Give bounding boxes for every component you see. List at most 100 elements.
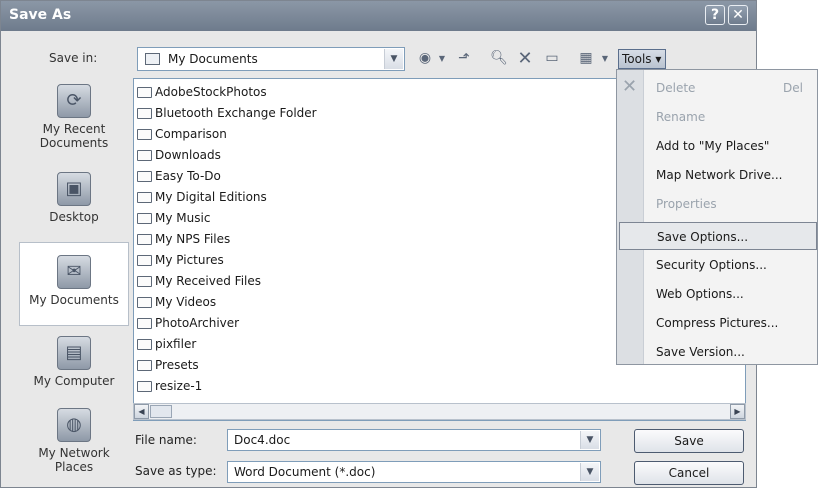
scroll-left-icon[interactable]: ◀: [134, 404, 149, 419]
menu-item-label: Rename: [656, 110, 706, 124]
cancel-button[interactable]: Cancel: [634, 461, 744, 485]
file-name: My Received Files: [155, 274, 262, 288]
list-item[interactable]: My Pictures: [137, 250, 224, 270]
scroll-thumb[interactable]: [150, 405, 172, 418]
file-name-field[interactable]: Doc4.doc ▼: [227, 429, 601, 451]
window-title: Save As: [9, 7, 72, 23]
file-name: pixfiler: [155, 337, 197, 351]
shortcut-label: Del: [783, 81, 803, 95]
places-bar: ⟳ My Recent Documents ▣ Desktop ✉ My Doc…: [19, 78, 129, 485]
close-button[interactable]: ✕: [728, 5, 748, 25]
file-name: My Digital Editions: [155, 190, 267, 204]
list-item[interactable]: My NPS Files: [137, 229, 230, 249]
music-folder-icon: [137, 212, 152, 224]
folder-icon: [137, 128, 152, 140]
chevron-down-icon[interactable]: ▼: [384, 49, 403, 69]
menu-item-compress-pictures[interactable]: Compress Pictures...: [644, 309, 817, 337]
delete-icon[interactable]: ✕: [514, 47, 536, 69]
list-item[interactable]: Presets: [137, 355, 199, 375]
recent-documents-icon: ⟳: [57, 84, 91, 118]
folder-icon: [137, 359, 152, 371]
place-my-computer[interactable]: ▤ My Computer: [19, 330, 129, 402]
list-item[interactable]: PhotoArchiver: [137, 313, 239, 333]
file-name: Bluetooth Exchange Folder: [155, 106, 317, 120]
file-name: Comparison: [155, 127, 227, 141]
save-as-type-value: Word Document (*.doc): [234, 465, 376, 479]
back-dropdown-icon[interactable]: ▼: [437, 47, 447, 69]
chevron-down-icon[interactable]: ▼: [580, 463, 599, 481]
list-item[interactable]: My Music: [137, 208, 210, 228]
file-name-label: File name:: [135, 433, 197, 447]
list-item[interactable]: Comparison: [137, 124, 227, 144]
file-name: My Pictures: [155, 253, 224, 267]
place-label: My Network Places: [38, 446, 110, 474]
menu-icon-strip: ✕: [617, 70, 644, 364]
save-as-type-dropdown[interactable]: Word Document (*.doc) ▼: [227, 461, 601, 483]
menu-item-label: Web Options...: [656, 287, 744, 301]
menu-item-delete[interactable]: Delete Del: [644, 74, 817, 102]
tools-button[interactable]: Tools ▾: [618, 49, 666, 69]
list-item[interactable]: My Digital Editions: [137, 187, 267, 207]
my-computer-icon: ▤: [57, 336, 91, 370]
folder-icon: [137, 170, 152, 182]
file-name-value: Doc4.doc: [234, 433, 291, 447]
menu-item-map-network-drive[interactable]: Map Network Drive...: [644, 161, 817, 189]
menu-item-label: Properties: [656, 197, 717, 211]
list-item[interactable]: Easy To-Do: [137, 166, 221, 186]
folder-icon: [137, 191, 152, 203]
videos-folder-icon: [137, 296, 152, 308]
folder-icon: [137, 317, 152, 329]
menu-item-web-options[interactable]: Web Options...: [644, 280, 817, 308]
file-name: My NPS Files: [155, 232, 231, 246]
views-icon[interactable]: ▦: [575, 47, 597, 69]
menu-item-label: Add to "My Places": [656, 139, 770, 153]
menu-item-save-version[interactable]: Save Version...: [644, 338, 817, 366]
save-in-dropdown[interactable]: My Documents ▼: [137, 47, 405, 71]
list-item[interactable]: resize-1: [137, 376, 202, 396]
back-icon[interactable]: ◉: [414, 47, 436, 69]
help-button[interactable]: ?: [705, 5, 725, 25]
network-places-icon: ◍: [57, 408, 91, 442]
save-button[interactable]: Save: [634, 429, 744, 453]
file-name: My Music: [155, 211, 211, 225]
place-label: My Documents: [29, 293, 119, 307]
folder-icon: [137, 380, 152, 392]
place-label: My Recent Documents: [39, 122, 109, 150]
place-my-recent-documents[interactable]: ⟳ My Recent Documents: [19, 78, 129, 162]
menu-item-security-options[interactable]: Security Options...: [644, 251, 817, 279]
my-documents-icon: ✉: [57, 255, 91, 289]
menu-item-properties[interactable]: Properties: [644, 190, 817, 218]
folder-icon: [137, 107, 152, 119]
tools-menu: ✕ Delete Del Rename Add to "My Places" Ma…: [616, 69, 818, 365]
place-my-documents[interactable]: ✉ My Documents: [19, 242, 129, 326]
list-item[interactable]: Downloads: [137, 145, 221, 165]
views-dropdown-icon[interactable]: ▼: [599, 47, 611, 69]
place-label: My Computer: [33, 374, 115, 388]
menu-item-label: Save Version...: [656, 345, 745, 359]
place-my-network-places[interactable]: ◍ My Network Places: [19, 402, 129, 484]
file-name: My Videos: [155, 295, 217, 309]
place-label: Desktop: [49, 210, 99, 224]
horizontal-scrollbar[interactable]: ◀ ▶: [133, 403, 746, 420]
list-item[interactable]: My Videos: [137, 292, 216, 312]
place-desktop[interactable]: ▣ Desktop: [19, 166, 129, 238]
up-folder-icon[interactable]: ⬏: [453, 47, 475, 69]
file-name: AdobeStockPhotos: [155, 85, 267, 99]
folder-icon: [145, 53, 160, 65]
search-web-icon[interactable]: 🔍︎: [488, 47, 510, 69]
title-bar[interactable]: Save As ? ✕: [1, 1, 756, 31]
list-item[interactable]: Bluetooth Exchange Folder: [137, 103, 317, 123]
save-in-label: Save in:: [49, 51, 98, 65]
desktop-icon: ▣: [57, 172, 91, 206]
list-item[interactable]: AdobeStockPhotos: [137, 82, 267, 102]
menu-item-save-options[interactable]: Save Options...: [619, 222, 817, 250]
menu-item-add-to-my-places[interactable]: Add to "My Places": [644, 132, 817, 160]
scroll-right-icon[interactable]: ▶: [730, 404, 745, 419]
save-as-type-label: Save as type:: [135, 464, 217, 478]
chevron-down-icon[interactable]: ▼: [580, 431, 599, 449]
new-folder-icon[interactable]: ▭: [541, 47, 563, 69]
menu-item-rename[interactable]: Rename: [644, 103, 817, 131]
folder-icon: [137, 86, 152, 98]
list-item[interactable]: My Received Files: [137, 271, 261, 291]
list-item[interactable]: pixfiler: [137, 334, 196, 354]
